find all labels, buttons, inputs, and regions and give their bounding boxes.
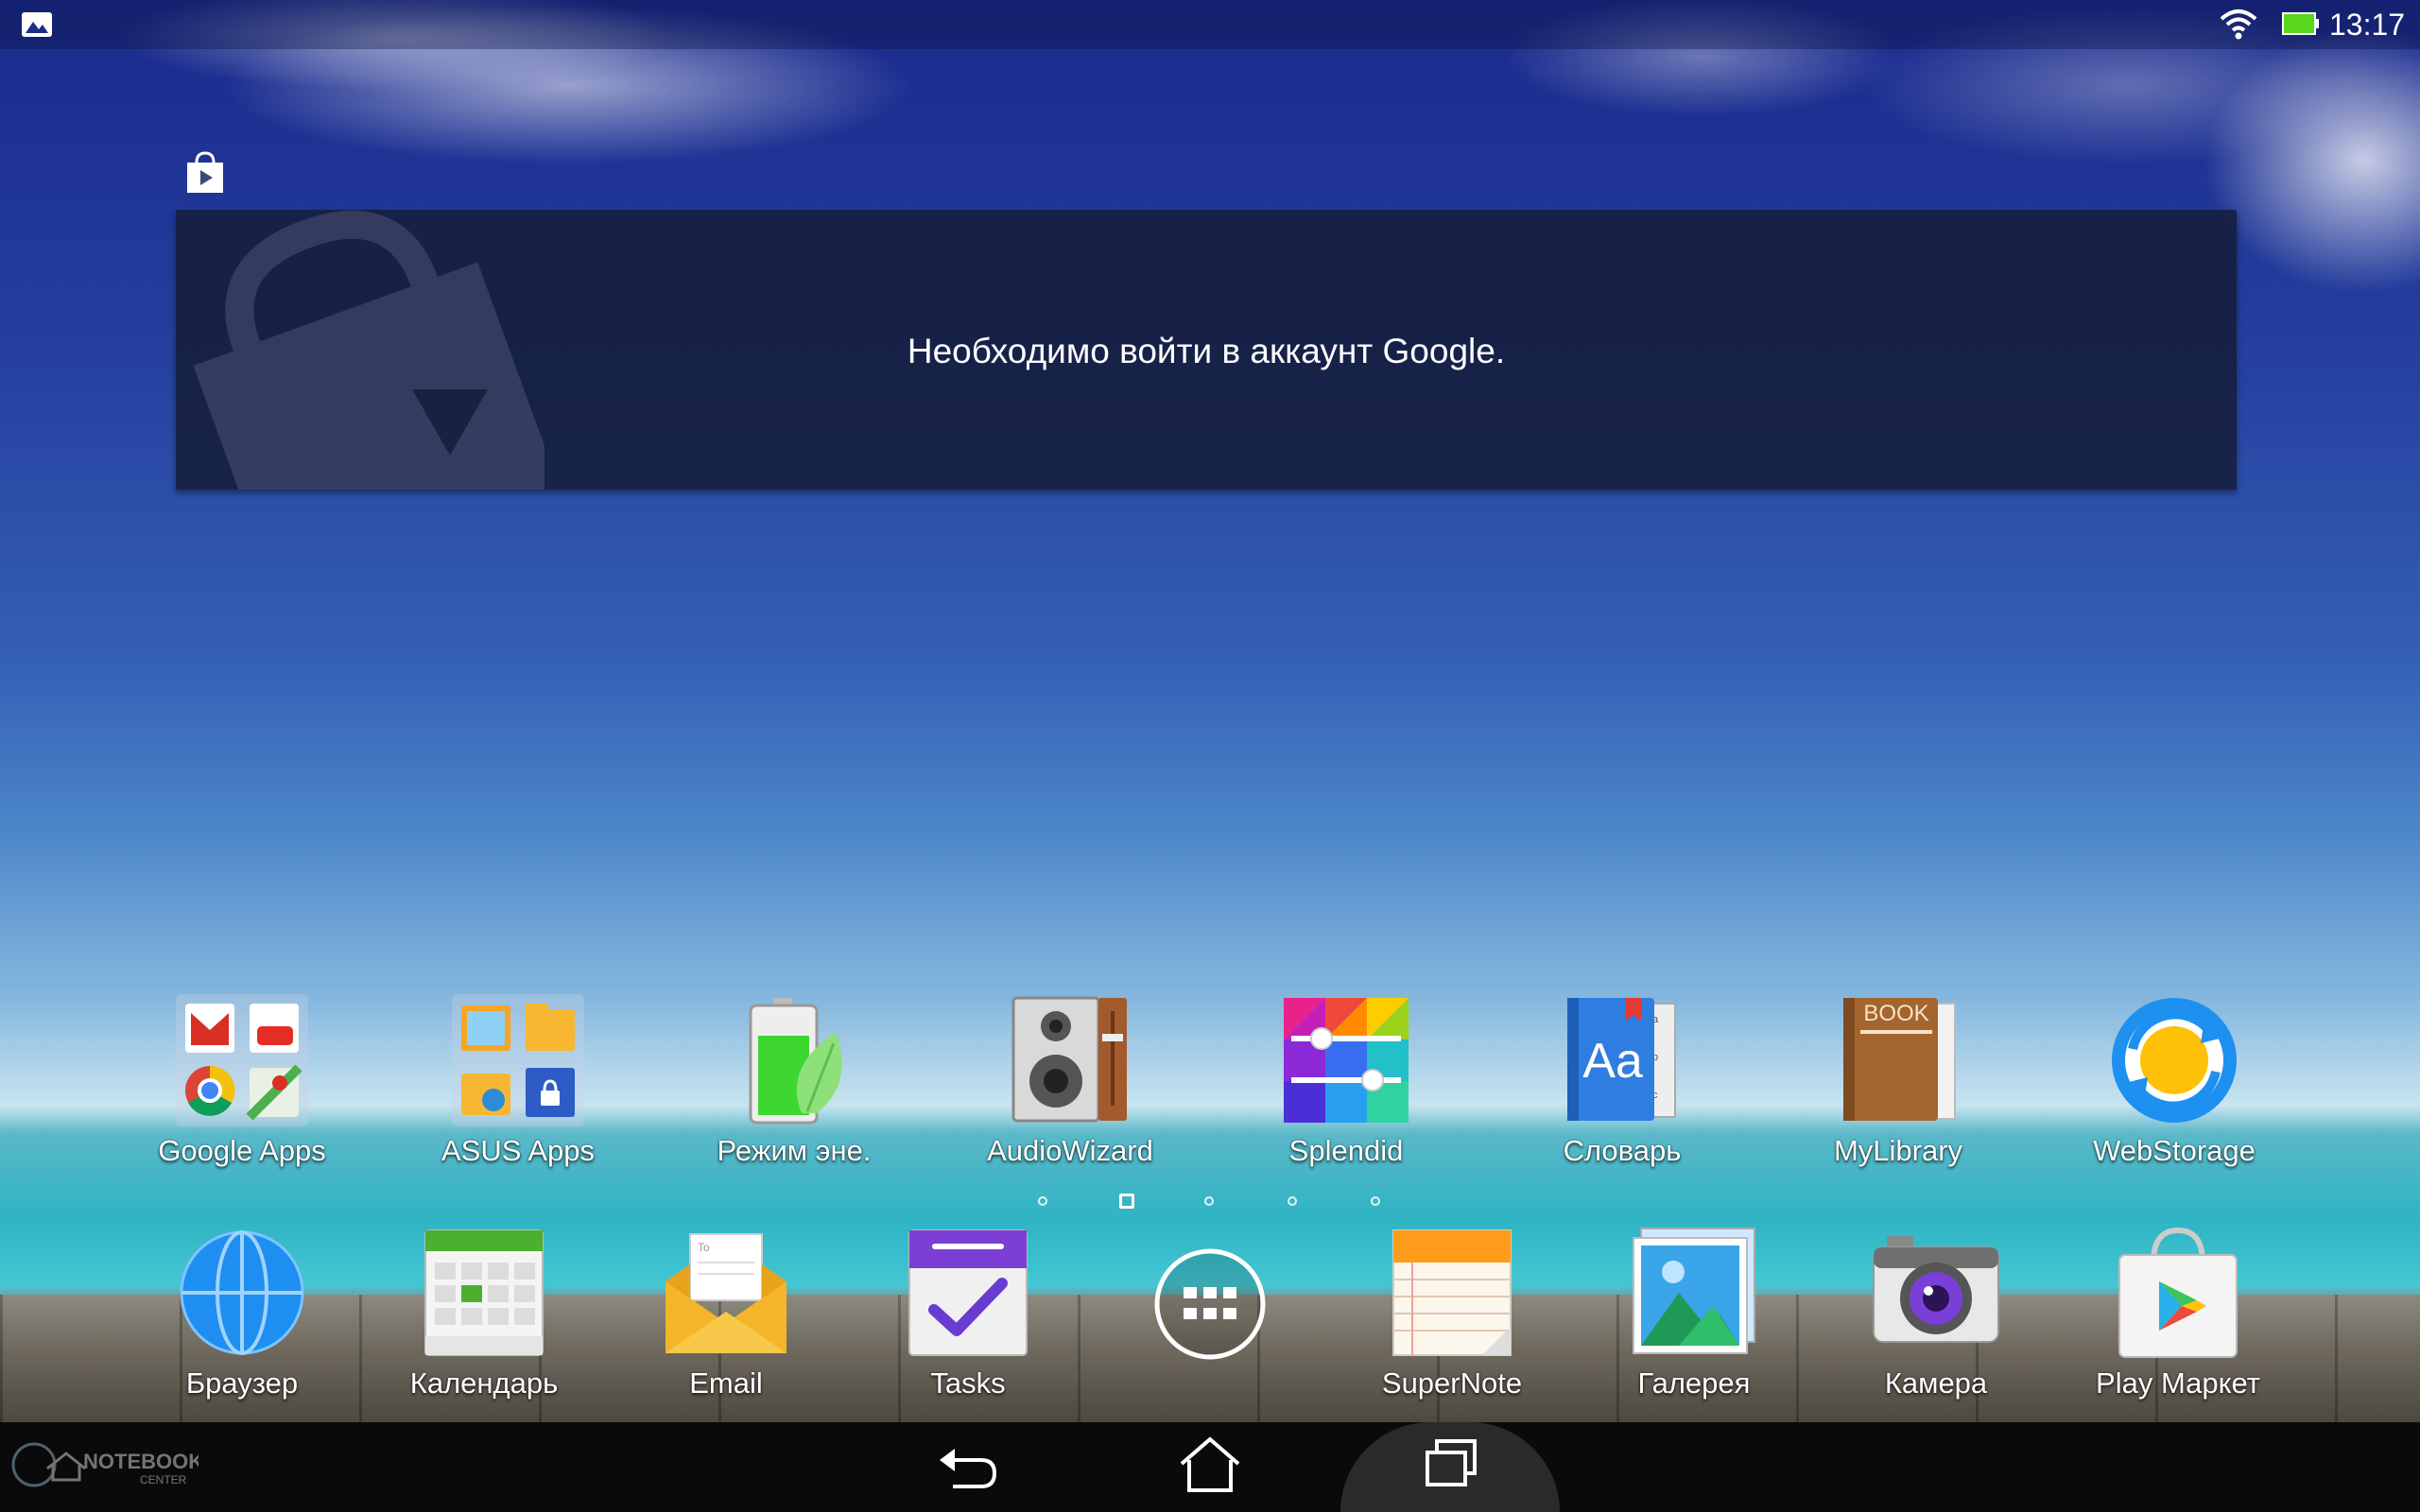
page-dot[interactable] [1371, 1196, 1380, 1206]
back-icon[interactable] [930, 1432, 1006, 1498]
app-label: WebStorage [2093, 1134, 2256, 1167]
dock-supernote[interactable]: SuperNote [1329, 1225, 1575, 1414]
google-apps-folder-icon [176, 994, 308, 1126]
calendar-icon [424, 1229, 544, 1356]
battery-icon [2282, 12, 2319, 35]
webstorage-icon [2112, 998, 2237, 1123]
page-dot[interactable] [1204, 1196, 1214, 1206]
dock-play-market[interactable]: Play Маркет [2055, 1225, 2301, 1414]
gallery-icon [1633, 1228, 1755, 1354]
watermark-logo: NOTEBOOK CENTER [11, 1442, 199, 1487]
dock-camera[interactable]: Камера [1813, 1225, 2059, 1414]
email-envelope-icon: To [666, 1233, 786, 1353]
play-market-icon [2118, 1227, 2238, 1358]
status-bar[interactable]: 13:17 [0, 0, 2420, 49]
splendid-icon [1284, 998, 1409, 1123]
dock-browser[interactable]: Браузер [119, 1225, 365, 1414]
svg-text:NOTEBOOK: NOTEBOOK [83, 1450, 199, 1473]
app-audiowizard[interactable]: AudioWizard [947, 992, 1193, 1181]
app-asus-apps[interactable]: ASUS Apps [395, 992, 641, 1181]
wifi-icon [2220, 9, 2257, 40]
dock-gallery[interactable]: Галерея [1571, 1225, 1817, 1414]
app-dictionary[interactable]: a b c Aa Словарь [1499, 992, 1745, 1181]
app-label: Словарь [1563, 1134, 1682, 1167]
all-apps-icon [1154, 1248, 1266, 1360]
recent-apps-icon[interactable] [1414, 1432, 1490, 1498]
tasks-icon [908, 1229, 1028, 1356]
dock-tasks[interactable]: Tasks [845, 1225, 1091, 1414]
gallery-notification-icon[interactable] [21, 11, 53, 38]
app-splendid[interactable]: Splendid [1223, 992, 1469, 1181]
supernote-icon [1392, 1229, 1512, 1356]
app-google-apps[interactable]: Google Apps [119, 992, 365, 1181]
app-power-saver[interactable]: Режим эне. [671, 992, 917, 1181]
app-mylibrary[interactable]: BOOK MyLibrary [1775, 992, 2021, 1181]
app-label: Tasks [930, 1366, 1006, 1400]
app-webstorage[interactable]: WebStorage [2051, 992, 2297, 1181]
app-label: ASUS Apps [441, 1134, 595, 1167]
page-indicator[interactable] [0, 1193, 2420, 1211]
app-label: Splendid [1288, 1134, 1404, 1167]
dock-all-apps[interactable] [1087, 1225, 1333, 1414]
play-store-bag-icon[interactable] [185, 151, 225, 195]
svg-text:To: To [698, 1241, 710, 1254]
app-label: AudioWizard [987, 1134, 1153, 1167]
svg-text:Aa: Aa [1582, 1034, 1643, 1089]
app-label: Режим эне. [717, 1134, 872, 1167]
dictionary-icon: a b c Aa [1567, 998, 1676, 1121]
home-icon[interactable] [1172, 1432, 1248, 1498]
page-dot-active[interactable] [1119, 1194, 1134, 1209]
dock-email[interactable]: To Email [603, 1225, 849, 1414]
app-label: MyLibrary [1833, 1134, 1963, 1167]
svg-text:CENTER: CENTER [140, 1473, 187, 1486]
app-label: Play Маркет [2096, 1366, 2260, 1400]
mylibrary-book-icon: BOOK [1843, 998, 1956, 1121]
asus-apps-folder-icon [452, 994, 584, 1126]
audiowizard-speaker-icon [1011, 996, 1127, 1123]
status-clock: 13:17 [2329, 8, 2406, 42]
svg-text:BOOK: BOOK [1863, 1001, 1928, 1026]
camera-icon [1873, 1236, 1999, 1343]
app-label: Google Apps [158, 1134, 326, 1167]
browser-globe-icon [180, 1230, 304, 1355]
page-dot[interactable] [1038, 1196, 1047, 1206]
power-saver-icon [749, 998, 842, 1125]
dock-calendar[interactable]: Календарь [361, 1225, 607, 1414]
page-dot[interactable] [1288, 1196, 1297, 1206]
navigation-bar[interactable] [0, 1422, 2420, 1512]
widget-sign-in-message: Необходимо войти в аккаунт Google. [907, 332, 1506, 370]
play-store-widget[interactable]: Необходимо войти в аккаунт Google. [176, 210, 2237, 490]
